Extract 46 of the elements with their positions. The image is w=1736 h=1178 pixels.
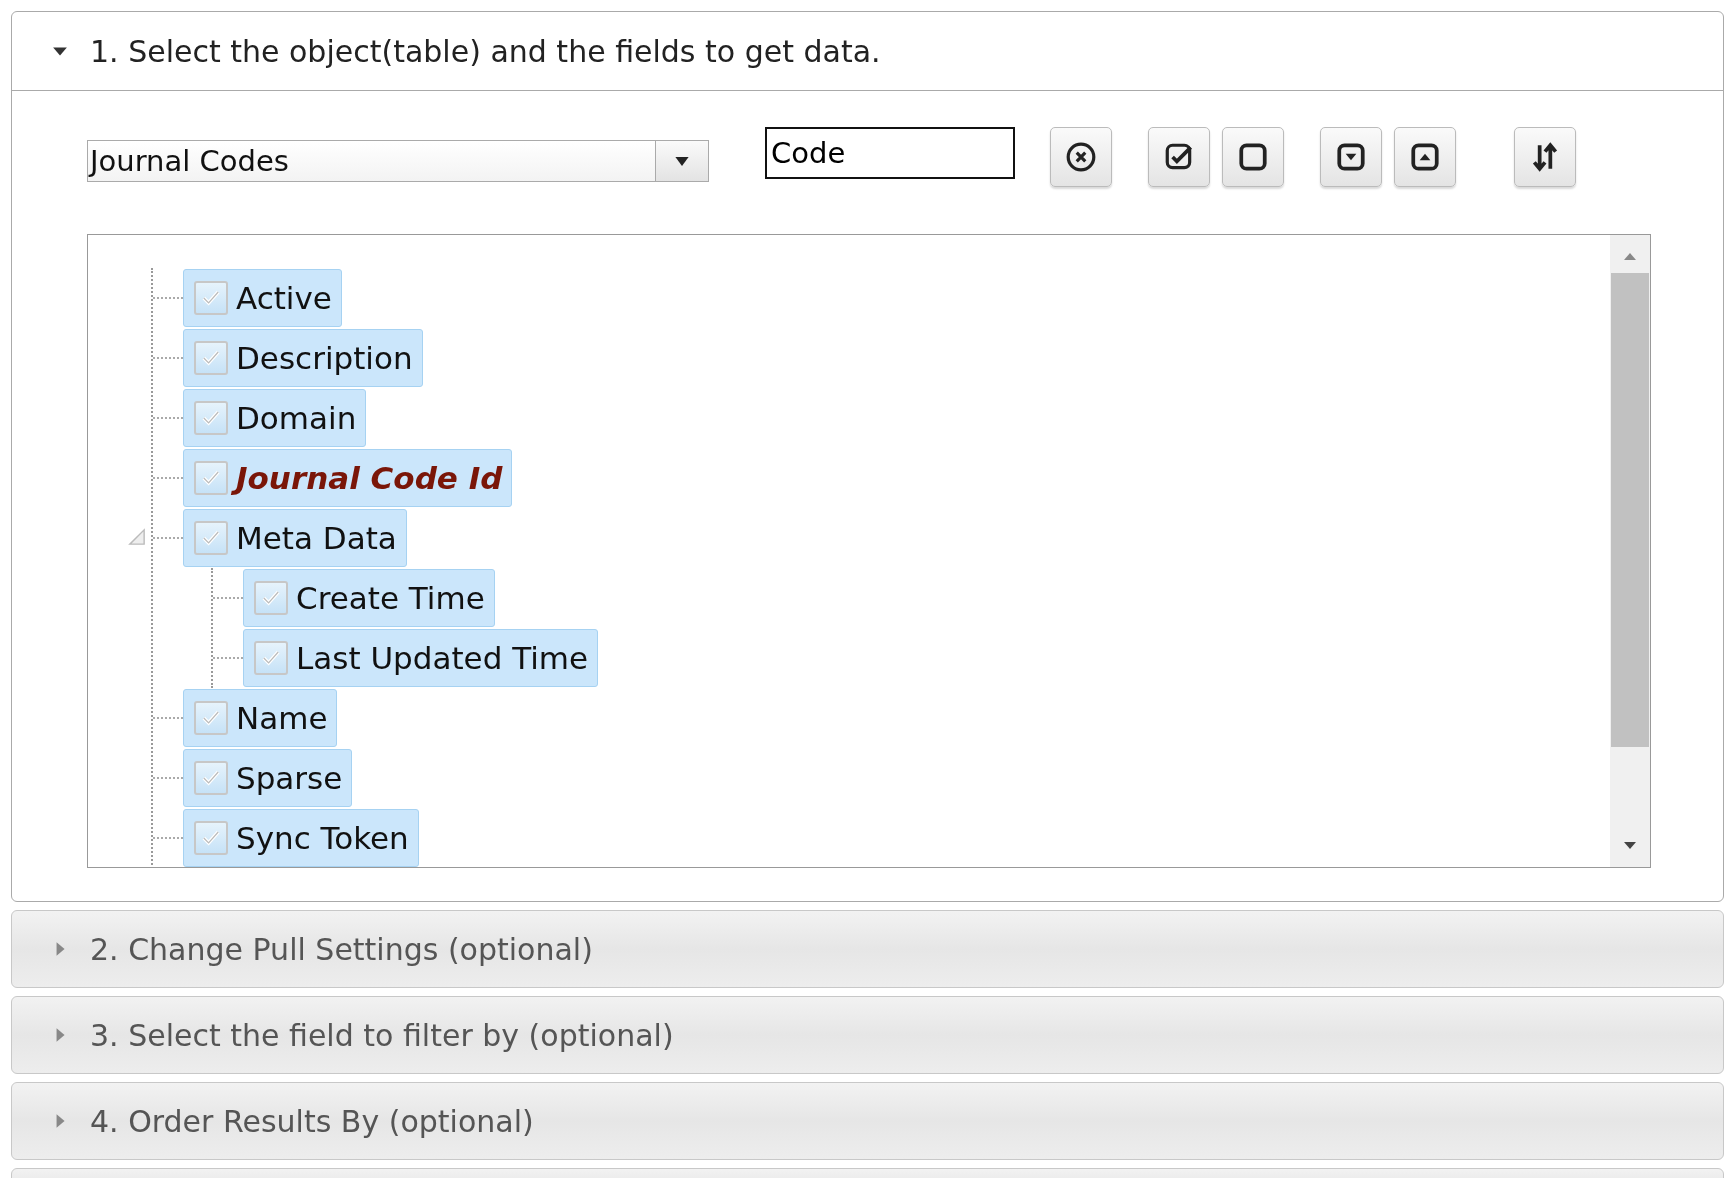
tree-node[interactable]: Domain (183, 389, 367, 447)
section-title: 2. Change Pull Settings (optional) (90, 931, 593, 967)
search-field[interactable]: Code (765, 127, 1015, 179)
scrollbar[interactable] (1610, 235, 1650, 867)
section-title: 4. Order Results By (optional) (90, 1103, 534, 1139)
checkbox[interactable] (194, 701, 228, 735)
check-all-button[interactable] (1148, 127, 1210, 187)
circle-x-icon (1065, 141, 1097, 173)
tree-node[interactable]: Last Updated Time (243, 629, 599, 687)
section-title: 1. Select the object(table) and the fields to get data. (90, 33, 881, 69)
scroll-up-icon[interactable] (1622, 251, 1638, 261)
dropdown-caret-icon (674, 155, 690, 167)
accordion-header[interactable]: 3. Select the field to filter by (optional) (12, 997, 1723, 1073)
checkbox[interactable] (194, 821, 228, 855)
tree-node[interactable]: Sparse (183, 749, 353, 807)
caret-up-square-icon (1409, 141, 1441, 173)
tree-node[interactable]: Description (183, 329, 423, 387)
checkbox[interactable] (194, 461, 228, 495)
uncheck-all-button[interactable] (1222, 127, 1284, 187)
checkbox[interactable] (194, 341, 228, 375)
caret-down-square-icon (1335, 141, 1367, 173)
checkbox[interactable] (254, 641, 288, 675)
tree-node[interactable]: Create Time (243, 569, 495, 627)
square-icon (1237, 141, 1269, 173)
sort-button[interactable] (1514, 127, 1576, 187)
checkbox[interactable] (194, 401, 228, 435)
expand-toggle-icon[interactable] (127, 527, 147, 547)
tree-node[interactable]: Sync Token (183, 809, 419, 867)
expand-all-button[interactable] (1320, 127, 1382, 187)
tree-node[interactable]: Name (183, 689, 338, 747)
section-title: 3. Select the field to filter by (optional) (90, 1017, 674, 1053)
checkbox[interactable] (194, 281, 228, 315)
object-dropdown[interactable]: Journal Codes (87, 140, 709, 182)
scrollbar-thumb[interactable] (1611, 273, 1649, 747)
checkbox[interactable] (254, 581, 288, 615)
clear-button[interactable] (1050, 127, 1112, 187)
collapse-all-button[interactable] (1394, 127, 1456, 187)
tree-node[interactable]: Active (183, 269, 342, 327)
checkbox[interactable] (194, 521, 228, 555)
scroll-down-icon[interactable] (1622, 841, 1638, 851)
tree-node[interactable]: Meta Data (183, 509, 407, 567)
accordion-header[interactable]: 1. Select the object(table) and the fields to get data. (12, 12, 1723, 91)
accordion-header[interactable]: 4. Order Results By (optional) (12, 1083, 1723, 1159)
checkbox[interactable] (194, 761, 228, 795)
accordion-header[interactable]: 2. Change Pull Settings (optional) (12, 911, 1723, 987)
tree-node[interactable]: Journal Code Id (183, 449, 513, 507)
